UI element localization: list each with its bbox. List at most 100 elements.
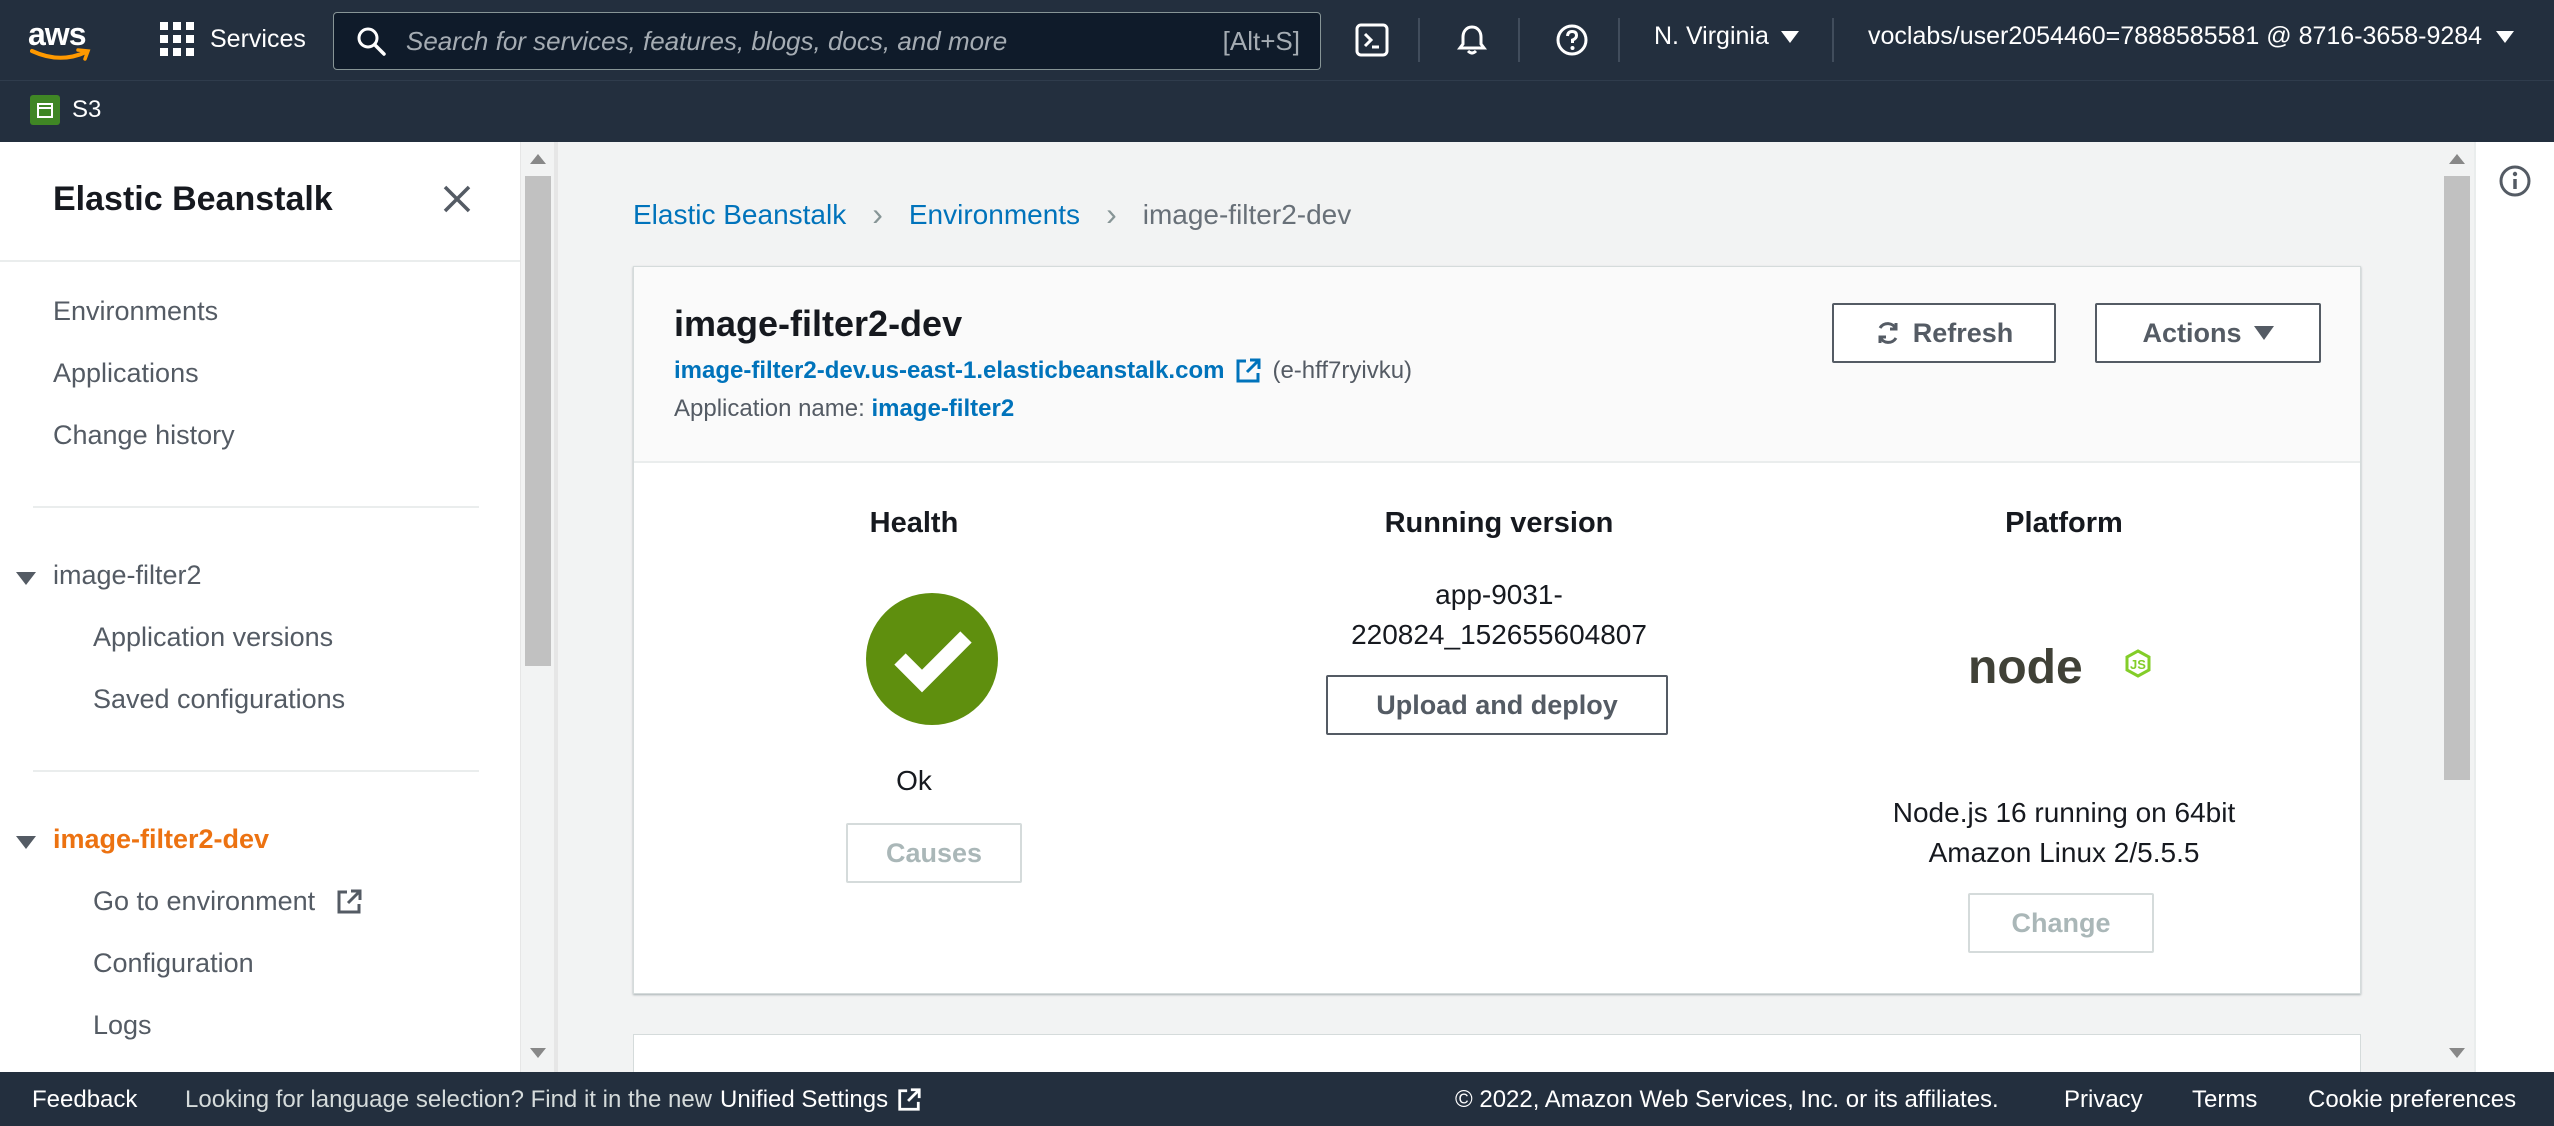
- notifications-button[interactable]: [1452, 20, 1492, 60]
- environment-url-link[interactable]: image-filter2-dev.us-east-1.elasticbeans…: [674, 357, 1224, 385]
- upload-and-deploy-button[interactable]: Upload and deploy: [1326, 675, 1668, 735]
- caret-down-icon: [2253, 326, 2274, 340]
- help-panel-rail: [2474, 142, 2554, 1072]
- aws-smile-icon: [30, 48, 91, 61]
- search-input[interactable]: Search for services, features, blogs, do…: [333, 12, 1321, 70]
- favorite-s3-label: S3: [72, 96, 102, 123]
- footer: Feedback Looking for language selection?…: [0, 1072, 2554, 1126]
- language-notice: Looking for language selection? Find it …: [185, 1086, 922, 1114]
- account-label: voclabs/user2054460=7888585581 @ 8716-36…: [1868, 22, 2483, 50]
- actions-label: Actions: [2142, 317, 2242, 348]
- scroll-up-icon[interactable]: [530, 154, 546, 164]
- scroll-down-icon[interactable]: [2449, 1048, 2465, 1058]
- caret-down-icon: [1780, 30, 1799, 43]
- caret-down-icon[interactable]: [16, 836, 36, 849]
- sidebar-item-change-history[interactable]: Change history: [53, 420, 235, 451]
- aws-logo[interactable]: aws: [28, 16, 94, 61]
- nodejs-logo-icon: node JS: [1968, 641, 2151, 694]
- panel-header: image-filter2-dev image-filter2-dev.us-e…: [634, 267, 2360, 463]
- application-name-link[interactable]: image-filter2: [871, 395, 1014, 422]
- sidebar-item-saved-configurations[interactable]: Saved configurations: [93, 684, 345, 715]
- search-placeholder: Search for services, features, blogs, do…: [406, 25, 1008, 56]
- sidebar-item-go-to-environment[interactable]: Go to environment: [93, 886, 363, 917]
- terms-link[interactable]: Terms: [2192, 1086, 2257, 1114]
- close-icon: [443, 185, 471, 213]
- change-label: Change: [2011, 907, 2111, 938]
- breadcrumb-environments[interactable]: Environments: [909, 199, 1080, 231]
- causes-label: Causes: [885, 837, 983, 868]
- help-button[interactable]: [1552, 20, 1592, 60]
- scrollbar-thumb[interactable]: [2444, 176, 2470, 780]
- health-ok-icon: [866, 593, 998, 725]
- main-scrollbar[interactable]: [2440, 142, 2474, 1072]
- close-sidebar-button[interactable]: [442, 184, 472, 219]
- sidebar-item-application-versions[interactable]: Application versions: [93, 622, 333, 653]
- search-icon: [357, 27, 386, 56]
- environment-name: image-filter2-dev: [674, 303, 963, 344]
- cloudshell-button[interactable]: [1352, 20, 1392, 60]
- privacy-link[interactable]: Privacy: [2064, 1086, 2143, 1114]
- sidebar: Elastic Beanstalk Environments Applicati…: [0, 142, 520, 1072]
- aws-logo-text: aws: [28, 16, 86, 52]
- cookie-preferences-link[interactable]: Cookie preferences: [2308, 1086, 2516, 1114]
- scroll-up-icon[interactable]: [2449, 154, 2465, 164]
- chevron-right-icon: ›: [1106, 196, 1117, 232]
- chevron-right-icon: ›: [872, 196, 883, 232]
- terminal-icon: [1355, 23, 1389, 57]
- external-link-icon[interactable]: [1234, 357, 1262, 385]
- favorite-s3[interactable]: S3: [30, 95, 101, 125]
- bell-icon: [1457, 25, 1487, 55]
- copyright: © 2022, Amazon Web Services, Inc. or its…: [1455, 1086, 1999, 1113]
- refresh-button[interactable]: Refresh: [1832, 303, 2056, 363]
- breadcrumb-elastic-beanstalk[interactable]: Elastic Beanstalk: [633, 199, 846, 231]
- sidebar-divider: [554, 142, 558, 1072]
- nodejs-logo-text: node: [1968, 641, 2083, 694]
- nodejs-logo: node JS: [1968, 637, 2158, 697]
- running-version-line1: app-9031-: [1435, 579, 1563, 610]
- sidebar-item-environments[interactable]: Environments: [53, 296, 218, 327]
- scroll-down-icon[interactable]: [530, 1048, 546, 1058]
- grid-icon: [160, 22, 194, 56]
- caret-down-icon: [2496, 30, 2515, 43]
- s3-icon: [30, 95, 60, 125]
- sidebar-app-group[interactable]: image-filter2: [53, 560, 202, 591]
- change-platform-button[interactable]: Change: [1968, 893, 2154, 953]
- sidebar-item-applications[interactable]: Applications: [53, 358, 199, 389]
- sidebar-env-group[interactable]: image-filter2-dev: [53, 824, 269, 855]
- environment-overview-panel: image-filter2-dev image-filter2-dev.us-e…: [633, 266, 2361, 994]
- refresh-label: Refresh: [1912, 317, 2014, 348]
- external-link-icon: [337, 889, 362, 913]
- health-title: Health: [869, 507, 959, 539]
- causes-button[interactable]: Causes: [846, 823, 1022, 883]
- sidebar-item-configuration[interactable]: Configuration: [93, 948, 254, 979]
- running-version-line2: 220824_152655604807: [1351, 619, 1647, 650]
- external-link-icon[interactable]: [896, 1087, 922, 1113]
- platform-desc-line2: Amazon Linux 2/5.5.5: [1928, 837, 2200, 868]
- services-menu-button[interactable]: Services: [160, 22, 306, 56]
- caret-down-icon[interactable]: [16, 572, 36, 585]
- sidebar-scrollbar[interactable]: [520, 142, 554, 1072]
- running-version-title: Running version: [1384, 507, 1614, 539]
- services-label: Services: [210, 24, 306, 53]
- feedback-link[interactable]: Feedback: [32, 1086, 137, 1114]
- region-label: N. Virginia: [1654, 22, 1769, 50]
- info-icon[interactable]: [2498, 164, 2532, 198]
- top-navigation: aws Services Search for services, featur…: [0, 0, 2554, 80]
- favorites-bar: S3: [0, 80, 2554, 142]
- region-selector[interactable]: N. Virginia: [1654, 22, 1799, 51]
- breadcrumb: Elastic Beanstalk › Environments › image…: [633, 196, 1351, 233]
- refresh-icon: [1878, 322, 1898, 344]
- go-to-environment-label: Go to environment: [93, 886, 316, 916]
- account-menu[interactable]: voclabs/user2054460=7888585581 @ 8716-36…: [1868, 22, 2515, 51]
- environment-id: (e-hff7ryivku): [1272, 357, 1413, 384]
- svg-text:JS: JS: [2130, 657, 2146, 672]
- unified-settings-link[interactable]: Unified Settings: [720, 1086, 888, 1114]
- language-notice-text: Looking for language selection? Find it …: [185, 1086, 713, 1113]
- application-name-row: Application name: image-filter2: [674, 395, 1014, 423]
- sidebar-item-logs[interactable]: Logs: [93, 1010, 152, 1041]
- platform-desc-line1: Node.js 16 running on 64bit: [1892, 797, 2236, 828]
- environment-url-row: image-filter2-dev.us-east-1.elasticbeans…: [674, 357, 1412, 385]
- scrollbar-thumb[interactable]: [525, 176, 551, 666]
- actions-dropdown-button[interactable]: Actions: [2095, 303, 2321, 363]
- platform-title: Platform: [2005, 507, 2123, 539]
